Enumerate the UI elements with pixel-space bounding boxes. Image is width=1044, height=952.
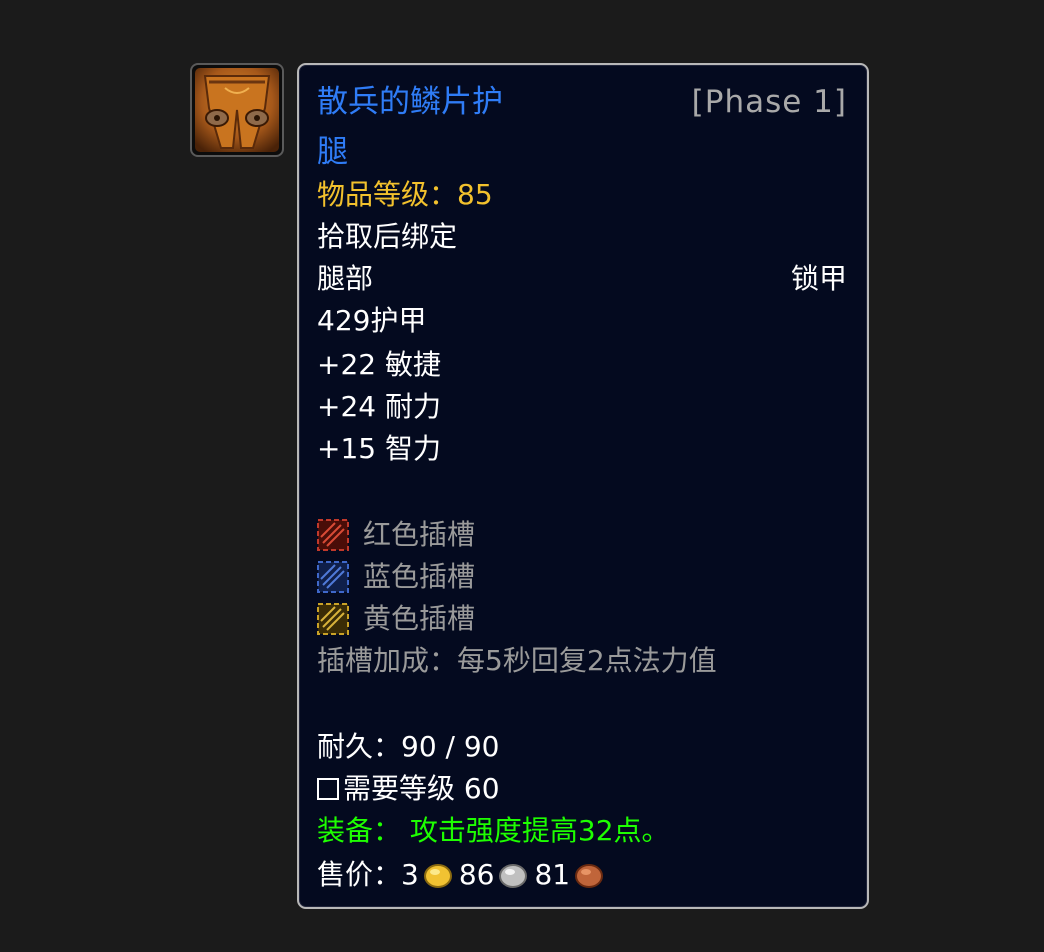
- game-screen: 散兵的鳞片护 [Phase 1] 腿 物品等级：85 拾取后绑定 腿部 锁甲 4…: [0, 0, 1044, 952]
- item-icon-leggings[interactable]: [190, 63, 284, 157]
- phase-label: [Phase 1]: [691, 84, 847, 120]
- sell-copper: 81: [534, 858, 571, 891]
- copper-coin-icon: [574, 863, 604, 889]
- gold-coin-icon: [423, 863, 453, 889]
- sell-silver: 86: [458, 858, 495, 891]
- red-socket-icon: [317, 519, 349, 551]
- armor-value: 429护甲: [317, 304, 427, 337]
- armor-type: 锁甲: [790, 262, 847, 295]
- stat-agility: +22 敏捷: [317, 348, 441, 381]
- blue-socket-icon: [317, 561, 349, 593]
- item-name-line2: 腿: [317, 134, 348, 170]
- bind-type: 拾取后绑定: [317, 220, 458, 253]
- socket-yellow-label: 黄色插槽: [363, 602, 476, 635]
- silver-coin-icon: [498, 863, 528, 889]
- yellow-socket-icon: [317, 603, 349, 635]
- leggings-icon: [195, 68, 279, 152]
- sell-label: 售价：: [317, 858, 402, 891]
- item-level: 物品等级：85: [317, 178, 493, 211]
- stat-intellect: +15 智力: [317, 432, 441, 465]
- sell-gold: 3: [401, 858, 419, 891]
- sell-price: 售价：3 86 81: [317, 857, 610, 893]
- socket-blue: 蓝色插槽: [317, 559, 475, 595]
- socket-blue-label: 蓝色插槽: [363, 560, 476, 593]
- stat-stamina: +24 耐力: [317, 390, 441, 423]
- equip-effect: 装备： 攻击强度提高32点。: [317, 814, 670, 847]
- checkbox-icon: [317, 778, 339, 800]
- socket-red: 红色插槽: [317, 517, 475, 553]
- equip-slot: 腿部: [317, 262, 374, 295]
- socket-red-label: 红色插槽: [363, 518, 476, 551]
- required-level-text: 需要等级 60: [343, 772, 500, 805]
- item-name-line1: 散兵的鳞片护: [317, 84, 503, 120]
- socket-bonus: 插槽加成：每5秒回复2点法力值: [317, 644, 717, 677]
- required-level: 需要等级 60: [317, 771, 500, 807]
- item-tooltip: 散兵的鳞片护 [Phase 1] 腿 物品等级：85 拾取后绑定 腿部 锁甲 4…: [297, 63, 869, 909]
- durability: 耐久：90 / 90: [317, 730, 500, 763]
- socket-yellow: 黄色插槽: [317, 601, 475, 637]
